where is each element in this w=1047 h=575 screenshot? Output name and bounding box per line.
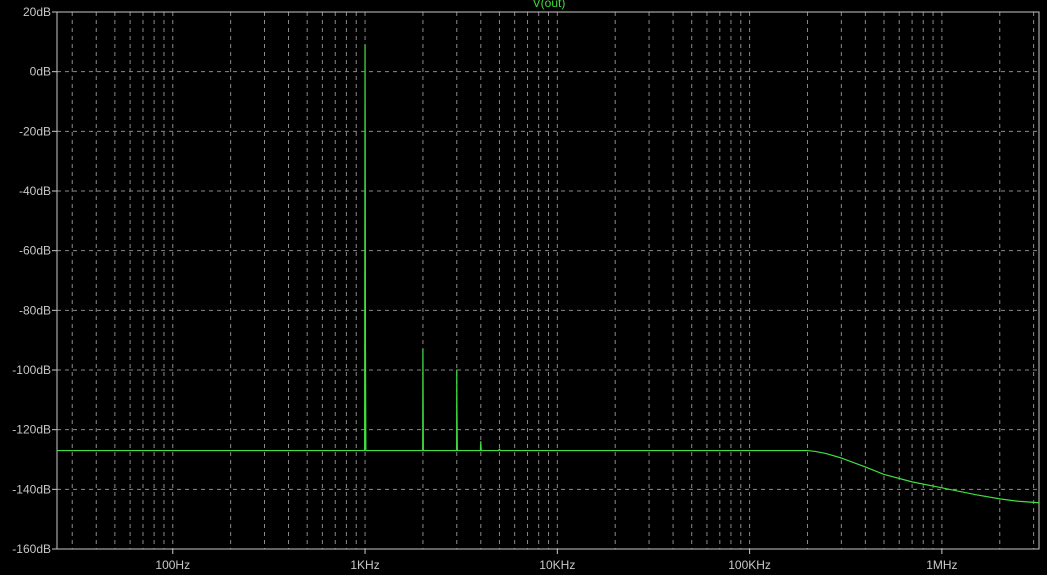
y-tick-label: -160dB xyxy=(12,542,51,556)
y-tick-label: -80dB xyxy=(19,303,51,317)
series-name-label[interactable]: V(out) xyxy=(533,0,566,10)
y-tick-label: 20dB xyxy=(23,5,51,19)
x-tick-label: 100KHz xyxy=(728,558,771,572)
x-tick-label: 1KHz xyxy=(350,558,379,572)
y-tick-label: -20dB xyxy=(19,124,51,138)
y-tick-label: 0dB xyxy=(30,65,51,79)
y-tick-label: -120dB xyxy=(12,423,51,437)
y-tick-label: -140dB xyxy=(12,482,51,496)
x-tick-label: 100Hz xyxy=(155,558,190,572)
y-tick-label: -60dB xyxy=(19,244,51,258)
bode-plot: 20dB 0dB -20dB -40dB -60dB -80dB -100dB -120dB -… xyxy=(0,0,1047,575)
y-tick-label: -40dB xyxy=(19,184,51,198)
x-tick-label: 1MHz xyxy=(926,558,957,572)
plot-background xyxy=(0,0,1047,575)
x-tick-label: 10KHz xyxy=(539,558,575,572)
y-tick-label: -100dB xyxy=(12,363,51,377)
